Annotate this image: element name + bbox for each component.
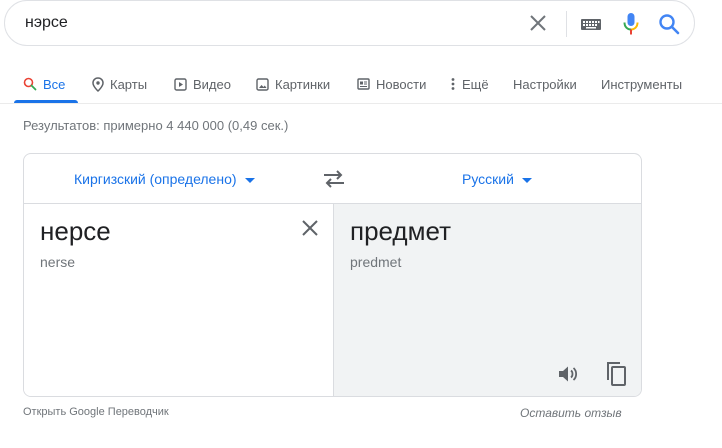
close-icon[interactable]	[527, 12, 549, 34]
tab-news[interactable]: Новости	[357, 72, 426, 96]
copy-icon[interactable]	[604, 360, 628, 388]
search-box[interactable]: нэрсе	[4, 0, 695, 46]
tab-settings[interactable]: Настройки	[513, 72, 577, 96]
tab-label: Карты	[110, 76, 148, 92]
target-text: предмет	[350, 216, 451, 246]
tab-video[interactable]: Видео	[174, 72, 231, 96]
source-pane[interactable]: нерсе nerse	[24, 204, 334, 396]
search-input[interactable]: нэрсе	[25, 14, 68, 32]
chevron-down-icon	[244, 177, 255, 183]
news-icon	[357, 78, 370, 90]
tab-label: Настройки	[513, 76, 577, 92]
source-text[interactable]: нерсе	[40, 216, 111, 247]
translate-card: Киргизский (определено) Русский нерсе ne…	[23, 153, 642, 397]
more-vert-icon	[451, 78, 455, 90]
search-tabs: Все Карты Видео Картинки Новости Ещё Нас…	[0, 64, 722, 104]
video-icon	[174, 77, 187, 91]
target-transliteration: predmet	[350, 254, 402, 270]
tabs-divider	[0, 103, 722, 104]
microphone-icon[interactable]	[619, 11, 643, 37]
tab-label: Все	[43, 76, 66, 92]
search-divider	[566, 11, 567, 37]
target-pane: предмет predmet	[334, 204, 641, 396]
swap-languages-icon[interactable]	[322, 168, 346, 190]
keyboard-icon[interactable]	[579, 14, 603, 34]
source-transliteration: nerse	[40, 254, 76, 270]
image-icon	[256, 77, 269, 91]
tab-images[interactable]: Картинки	[256, 72, 330, 96]
target-language-select[interactable]: Русский	[462, 171, 532, 187]
tab-label: Видео	[193, 76, 231, 92]
tab-maps[interactable]: Карты	[92, 72, 147, 96]
feedback-link[interactable]: Оставить отзыв	[520, 406, 622, 420]
language-row: Киргизский (определено) Русский	[24, 154, 641, 204]
tab-more[interactable]: Ещё	[450, 72, 489, 96]
chevron-down-icon	[521, 177, 532, 183]
tab-label: Картинки	[275, 76, 331, 92]
source-language-label: Киргизский (определено)	[74, 171, 237, 187]
source-language-select[interactable]: Киргизский (определено)	[74, 171, 255, 187]
target-language-label: Русский	[462, 171, 514, 187]
map-pin-icon	[92, 76, 104, 92]
result-stats: Результатов: примерно 4 440 000 (0,49 се…	[23, 118, 289, 133]
tab-tools[interactable]: Инструменты	[601, 72, 682, 96]
tab-label: Инструменты	[601, 76, 683, 92]
tab-label: Ещё	[462, 76, 489, 92]
close-icon[interactable]	[300, 218, 320, 238]
search-icon	[23, 77, 37, 91]
speaker-icon[interactable]	[556, 362, 580, 386]
open-translator-link[interactable]: Открыть Google Переводчик	[23, 406, 169, 418]
tab-all[interactable]: Все	[23, 72, 65, 96]
tab-label: Новости	[376, 76, 427, 92]
search-icon[interactable]	[657, 12, 681, 36]
